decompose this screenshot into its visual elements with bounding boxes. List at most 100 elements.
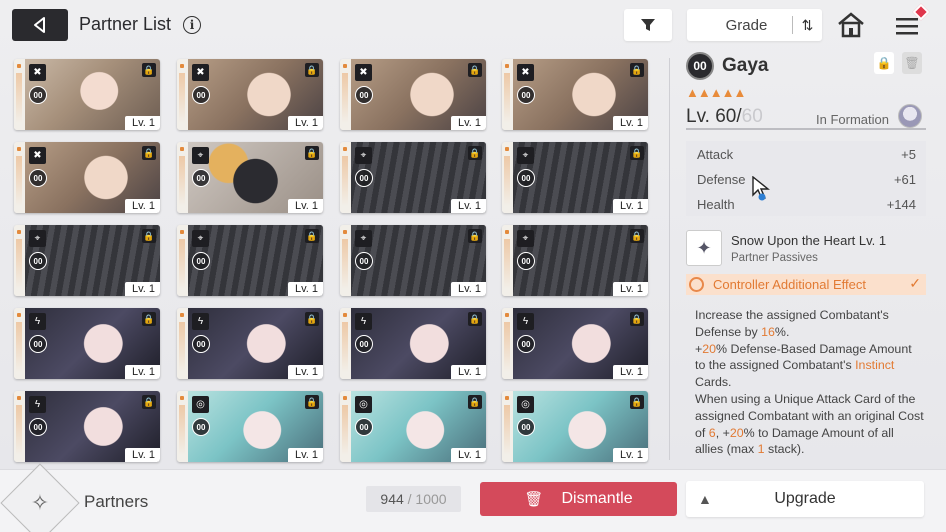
stat-value: +144	[886, 197, 916, 212]
partner-card[interactable]: ◎ 00 🔒 Lv. 1	[177, 391, 323, 462]
level-tag: Lv. 1	[450, 448, 486, 462]
target-icon: ⌖	[29, 230, 46, 247]
lock-icon[interactable]: 🔒	[142, 395, 156, 409]
lock-icon[interactable]: 🔒	[630, 312, 644, 326]
partner-card[interactable]: ✖ 00 🔒 Lv. 1	[14, 59, 160, 130]
lock-icon[interactable]: 🔒	[305, 63, 319, 77]
level-tag: Lv. 1	[450, 282, 486, 296]
level-current: Lv. 60/	[686, 106, 742, 127]
partner-card[interactable]: ⌖ 00 🔒 Lv. 1	[14, 225, 160, 296]
stat-value: +5	[901, 147, 916, 162]
back-button[interactable]	[12, 9, 68, 41]
partner-card[interactable]: ϟ 00 🔒 Lv. 1	[177, 308, 323, 379]
partner-card[interactable]: ✖ 00 🔒 Lv. 1	[340, 59, 486, 130]
strike-icon: ✖	[29, 147, 46, 164]
lightning-icon: ϟ	[29, 313, 46, 330]
partner-card[interactable]: ◎ 00 🔒 Lv. 1	[502, 391, 648, 462]
lightning-icon: ϟ	[517, 313, 534, 330]
partner-level-row: Lv. 60/60 In Formation	[686, 104, 926, 130]
partner-card[interactable]: ⌖ 00 🔒 Lv. 1	[502, 142, 648, 213]
target-icon: ⌖	[355, 147, 372, 164]
home-icon[interactable]	[836, 10, 866, 40]
lock-icon[interactable]: 🔒	[142, 63, 156, 77]
rank-badge: 00	[517, 335, 535, 353]
lock-icon[interactable]: 🔒	[874, 52, 894, 74]
page-title: Partner List	[79, 14, 172, 34]
partner-card[interactable]: ✖ 00 🔒 Lv. 1	[14, 142, 160, 213]
count-max: / 1000	[407, 491, 447, 507]
rarity-stripe	[177, 225, 188, 296]
partner-card[interactable]: ⌖ 00 🔒 Lv. 1	[340, 142, 486, 213]
lock-icon[interactable]: 🔒	[305, 229, 319, 243]
dismantle-label: Dismantle	[561, 490, 633, 507]
partner-card[interactable]: ⌖ 00 🔒 Lv. 1	[502, 225, 648, 296]
rarity-stripe	[502, 59, 513, 130]
effect-label: Controller Additional Effect	[713, 277, 866, 292]
controller-effect-bar: Controller Additional Effect ✓	[686, 274, 926, 295]
rarity-stripe	[14, 225, 25, 296]
lock-icon[interactable]: 🔒	[630, 395, 644, 409]
sort-dropdown[interactable]: Grade ⇅	[687, 9, 822, 41]
rarity-stripe	[502, 391, 513, 462]
level-tag: Lv. 1	[124, 365, 160, 379]
level-tag: Lv. 1	[124, 282, 160, 296]
trash-icon[interactable]: 🗑	[902, 52, 922, 74]
level-tag: Lv. 1	[287, 365, 323, 379]
upgrade-button[interactable]: ▲ Upgrade	[686, 481, 924, 517]
lock-icon[interactable]: 🔒	[468, 229, 482, 243]
lock-icon[interactable]: 🔒	[305, 312, 319, 326]
level-tag: Lv. 1	[124, 116, 160, 130]
rarity-stripe	[177, 142, 188, 213]
rank-badge: 00	[192, 169, 210, 187]
controller-icon	[689, 277, 704, 292]
partner-passive[interactable]: ✦ Snow Upon the Heart Lv. 1 Partner Pass…	[686, 230, 926, 266]
strike-icon: ✖	[192, 64, 209, 81]
lock-icon[interactable]: 🔒	[305, 395, 319, 409]
lock-icon[interactable]: 🔒	[468, 395, 482, 409]
upgrade-arrow-icon: ▲	[698, 491, 712, 507]
lock-icon[interactable]: 🔒	[142, 229, 156, 243]
dismantle-button[interactable]: 🗑 Dismantle	[480, 482, 677, 516]
level-tag: Lv. 1	[612, 199, 648, 213]
partner-card[interactable]: ⌖ 00 🔒 Lv. 1	[177, 142, 323, 213]
lock-icon[interactable]: 🔒	[630, 229, 644, 243]
rank-badge: 00	[192, 86, 210, 104]
rarity-stripe	[340, 391, 351, 462]
lock-icon[interactable]: 🔒	[630, 63, 644, 77]
partner-card[interactable]: ⌖ 00 🔒 Lv. 1	[177, 225, 323, 296]
partner-card[interactable]: ◎ 00 🔒 Lv. 1	[340, 391, 486, 462]
stat-row-defense: Defense +61	[697, 172, 916, 192]
lock-icon[interactable]: 🔒	[305, 146, 319, 160]
lock-icon[interactable]: 🔒	[142, 146, 156, 160]
upgrade-label: Upgrade	[774, 490, 836, 507]
rank-badge: 00	[517, 169, 535, 187]
partner-card[interactable]: ϟ 00 🔒 Lv. 1	[340, 308, 486, 379]
partner-card[interactable]: ✖ 00 🔒 Lv. 1	[502, 59, 648, 130]
filter-button[interactable]	[624, 9, 672, 41]
sort-order-icon[interactable]: ⇅	[792, 16, 822, 34]
partner-name-row: 00 Gaya 🔒 🗑	[686, 50, 926, 80]
rank-badge: 00	[29, 418, 47, 436]
level-tag: Lv. 1	[450, 116, 486, 130]
lock-icon[interactable]: 🔒	[468, 63, 482, 77]
partner-card[interactable]: ϟ 00 🔒 Lv. 1	[502, 308, 648, 379]
lock-icon[interactable]: 🔒	[468, 146, 482, 160]
lock-icon[interactable]: 🔒	[142, 312, 156, 326]
rarity-stripe	[340, 308, 351, 379]
lock-icon[interactable]: 🔒	[630, 146, 644, 160]
rarity-stripe	[340, 59, 351, 130]
partner-card[interactable]: ✖ 00 🔒 Lv. 1	[177, 59, 323, 130]
formation-avatar[interactable]	[898, 104, 922, 128]
sort-label: Grade	[725, 16, 768, 34]
info-icon[interactable]: i	[183, 16, 201, 34]
rarity-stripe	[502, 308, 513, 379]
partner-card[interactable]: ⌖ 00 🔒 Lv. 1	[340, 225, 486, 296]
partner-card[interactable]: ϟ 00 🔒 Lv. 1	[14, 308, 160, 379]
lock-icon[interactable]: 🔒	[468, 312, 482, 326]
strike-icon: ✖	[517, 64, 534, 81]
level-tag: Lv. 1	[124, 448, 160, 462]
partner-card[interactable]: ϟ 00 🔒 Lv. 1	[14, 391, 160, 462]
stat-label: Attack	[697, 147, 734, 162]
check-icon: ✓	[909, 275, 921, 291]
rarity-stripe	[14, 142, 25, 213]
